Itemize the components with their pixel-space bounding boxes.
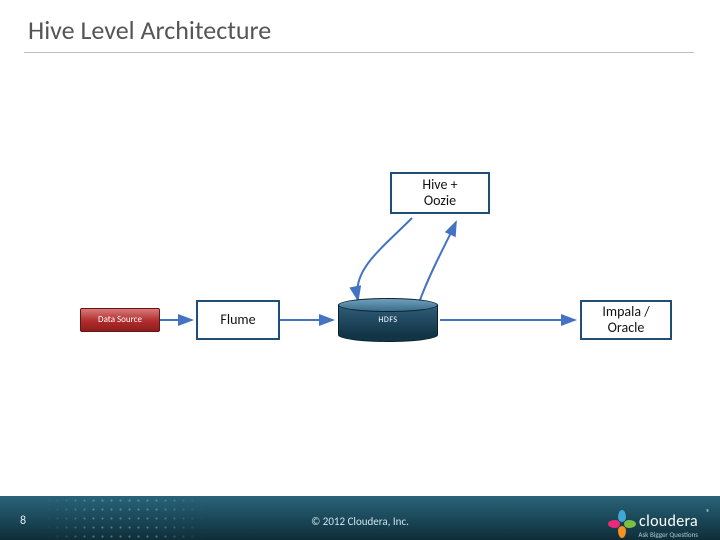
cloudera-tagline: Ask Bigger Questions bbox=[638, 530, 698, 539]
node-hive-oozie: Hive + Oozie bbox=[390, 172, 490, 214]
node-hdfs: HDFS bbox=[338, 298, 438, 342]
hdfs-label: HDFS bbox=[338, 298, 438, 342]
registered-mark: ® bbox=[706, 508, 710, 518]
node-data-source: Data Source bbox=[80, 308, 160, 332]
node-flume: Flume bbox=[196, 300, 280, 340]
cloudera-wordmark: cloudera bbox=[639, 512, 698, 531]
cloudera-logo-icon bbox=[611, 510, 633, 532]
slide-title: Hive Level Architecture bbox=[28, 14, 271, 46]
title-rule bbox=[24, 52, 694, 53]
cloudera-logo: cloudera bbox=[611, 510, 698, 532]
arrow-layer bbox=[0, 0, 720, 540]
node-impala-oracle: Impala / Oracle bbox=[580, 300, 672, 340]
